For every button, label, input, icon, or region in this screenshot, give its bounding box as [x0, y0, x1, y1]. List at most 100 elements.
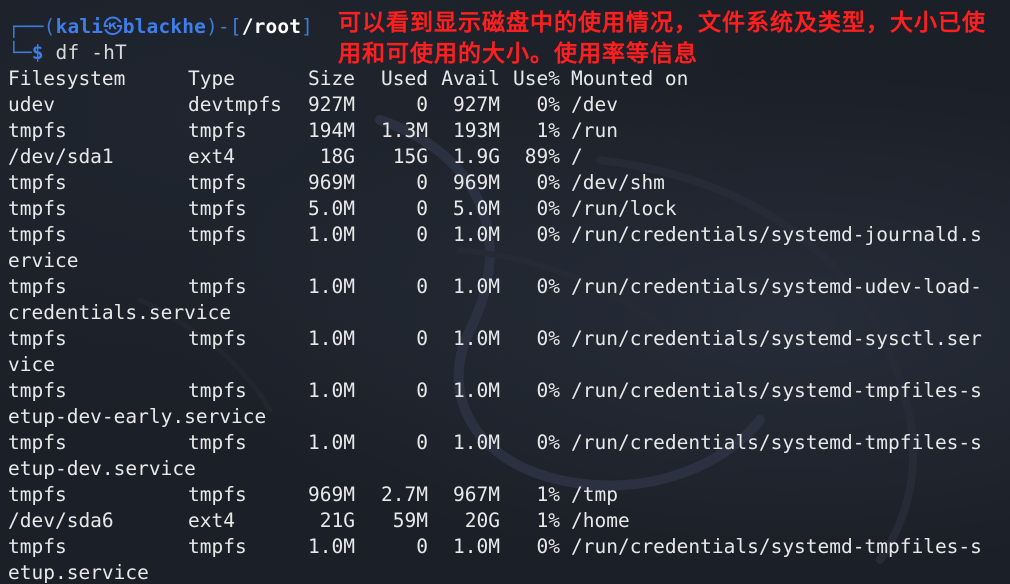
cell-mounted-on: /dev/shm — [571, 171, 665, 194]
cell-used: 0 — [416, 535, 428, 558]
cell-size: 1.0M — [308, 535, 355, 558]
cell-avail: 969M — [453, 171, 500, 194]
cell-size: 1.0M — [308, 431, 355, 454]
header-use-percent: Use% — [513, 67, 560, 90]
cell-use-percent: 1% — [536, 509, 560, 532]
cell-used: 0 — [416, 93, 428, 116]
cell-mounted-on: /run — [571, 119, 618, 142]
cell-size: 21G — [319, 509, 355, 532]
cell-size: 927M — [308, 93, 355, 116]
table-header-row: Filesystem Type Size Used Avail Use% Mou… — [8, 66, 688, 92]
cell-avail: 1.0M — [453, 327, 500, 350]
header-used: Used — [381, 67, 428, 90]
cell-size: 969M — [308, 171, 355, 194]
cell-size: 1.0M — [308, 223, 355, 246]
prompt-user: kali — [55, 15, 104, 38]
cell-used: 0 — [416, 431, 428, 454]
cell-filesystem: /dev/sda1 — [8, 145, 114, 168]
cell-use-percent: 0% — [536, 327, 560, 350]
prompt-at-icon: ㉿ — [103, 15, 123, 38]
cell-size: 1.0M — [308, 327, 355, 350]
header-mounted-on: Mounted on — [571, 67, 689, 90]
cell-type: tmpfs — [188, 431, 247, 454]
cell-used: 0 — [416, 379, 428, 402]
cell-type: tmpfs — [188, 197, 247, 220]
header-avail: Avail — [441, 67, 500, 90]
cell-size: 969M — [308, 483, 355, 506]
cell-size: 5.0M — [308, 197, 355, 220]
prompt-separator: )-[ — [206, 15, 242, 38]
cell-avail: 1.0M — [453, 223, 500, 246]
cell-size: 1.0M — [308, 275, 355, 298]
cell-used: 0 — [416, 197, 428, 220]
cell-use-percent: 1% — [536, 119, 560, 142]
cell-used: 0 — [416, 327, 428, 350]
cell-use-percent: 0% — [536, 223, 560, 246]
cell-size: 18G — [319, 145, 355, 168]
cell-filesystem: tmpfs — [8, 223, 67, 246]
prompt-close-bracket: ] — [301, 15, 314, 38]
cell-mounted-on: /run/credentials/systemd-udev-load- — [571, 275, 982, 298]
prompt-line: ┌──(kali㉿blackhe)-[/root] — [8, 14, 313, 40]
prompt-corner-bottom: └─ — [8, 41, 32, 64]
cell-filesystem: tmpfs — [8, 171, 67, 194]
cell-avail: 5.0M — [453, 197, 500, 220]
cell-filesystem: tmpfs — [8, 119, 67, 142]
cell-use-percent: 0% — [536, 379, 560, 402]
cell-filesystem: tmpfs — [8, 327, 67, 350]
cell-use-percent: 0% — [536, 93, 560, 116]
cell-mounted-on: /dev — [571, 93, 618, 116]
command-text: df -hT — [43, 41, 127, 64]
cell-type: ext4 — [188, 509, 235, 532]
command-line: └─$ df -hT — [8, 40, 127, 66]
cell-mounted-on: / — [571, 145, 583, 168]
cell-use-percent: 0% — [536, 197, 560, 220]
cell-filesystem: /dev/sda6 — [8, 509, 114, 532]
cell-use-percent: 0% — [536, 535, 560, 558]
cell-type: tmpfs — [188, 171, 247, 194]
cell-used: 2.7M — [381, 483, 428, 506]
cell-used: 0 — [416, 275, 428, 298]
prompt-dollar: $ — [31, 41, 44, 64]
cell-mounted-on: /run/lock — [571, 197, 677, 220]
row-continuation: etup-dev-early.service — [8, 405, 267, 428]
cell-avail: 1.9G — [453, 145, 500, 168]
cell-type: tmpfs — [188, 275, 247, 298]
cell-mounted-on: /run/credentials/systemd-tmpfiles-s — [571, 535, 982, 558]
cell-filesystem: tmpfs — [8, 197, 67, 220]
cell-used: 59M — [392, 509, 428, 532]
row-continuation: ervice — [8, 249, 79, 272]
cell-type: tmpfs — [188, 119, 247, 142]
cell-type: tmpfs — [188, 327, 247, 350]
cell-mounted-on: /run/credentials/systemd-tmpfiles-s — [571, 379, 982, 402]
cell-filesystem: tmpfs — [8, 535, 67, 558]
cell-type: tmpfs — [188, 223, 247, 246]
header-type: Type — [188, 67, 235, 90]
terminal-window[interactable]: ┌──(kali㉿blackhe)-[/root] └─$ df -hT 可以看… — [0, 0, 1010, 584]
cell-used: 1.3M — [381, 119, 428, 142]
cell-use-percent: 0% — [536, 171, 560, 194]
cell-used: 0 — [416, 171, 428, 194]
cell-type: tmpfs — [188, 483, 247, 506]
cell-avail: 20G — [464, 509, 500, 532]
cell-type: tmpfs — [188, 379, 247, 402]
cell-use-percent: 1% — [536, 483, 560, 506]
cell-used: 15G — [392, 145, 428, 168]
cell-filesystem: tmpfs — [8, 275, 67, 298]
cell-avail: 927M — [453, 93, 500, 116]
cell-size: 1.0M — [308, 379, 355, 402]
cell-filesystem: tmpfs — [8, 431, 67, 454]
cell-avail: 1.0M — [453, 535, 500, 558]
cell-use-percent: 0% — [536, 275, 560, 298]
cell-avail: 1.0M — [453, 275, 500, 298]
annotation-text: 可以看到显示磁盘中的使用情况，文件系统及类型，大小已使用和可使用的大小。使用率等… — [338, 10, 986, 67]
row-continuation: etup.service — [8, 561, 149, 584]
cell-avail: 1.0M — [453, 379, 500, 402]
prompt-directory: /root — [241, 15, 302, 38]
cell-avail: 193M — [453, 119, 500, 142]
cell-filesystem: udev — [8, 93, 55, 116]
cell-mounted-on: /tmp — [571, 483, 618, 506]
cell-avail: 1.0M — [453, 431, 500, 454]
header-filesystem: Filesystem — [8, 67, 126, 90]
row-continuation: vice — [8, 353, 55, 376]
